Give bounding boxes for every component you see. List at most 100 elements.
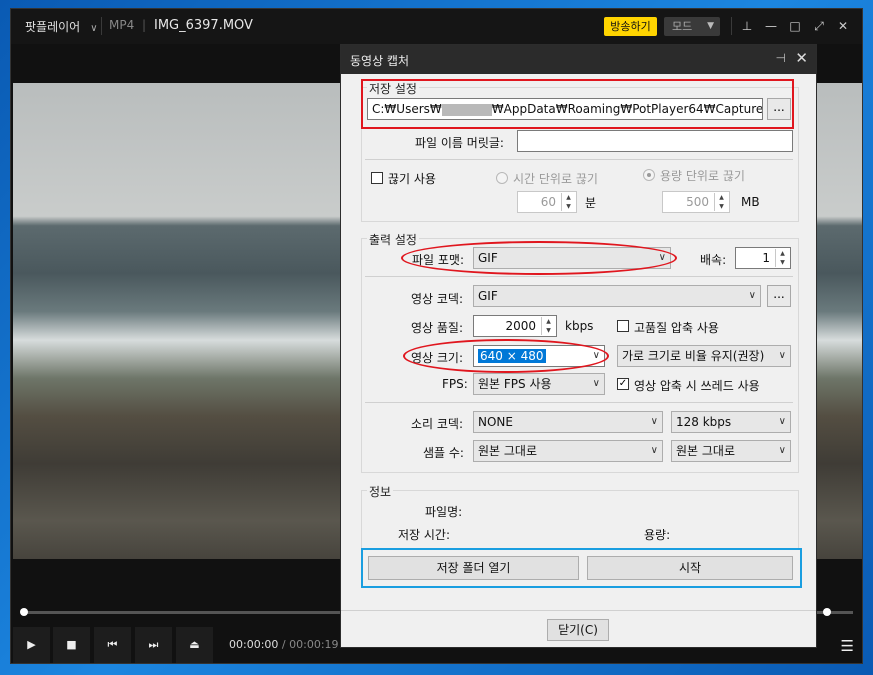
time-unit: 분 [585, 196, 597, 210]
video-quality-label: 영상 품질: [411, 321, 464, 335]
quality-unit: kbps [565, 319, 594, 333]
spinner-arrows-icon[interactable]: ▲ ▼ [561, 193, 575, 211]
eject-icon[interactable]: ⏏ [176, 627, 214, 663]
size-unit: MB [741, 195, 760, 209]
sample-value: 원본 그대로 [478, 444, 538, 458]
dialog-title: 동영상 캡처 [350, 54, 410, 68]
media-filename: IMG_6397.MOV [154, 18, 253, 33]
aspect-ratio-value: 가로 크기로 비율 유지(권장) [622, 349, 765, 363]
video-quality-spinner[interactable]: 2000 ▲ ▼ [473, 315, 557, 337]
time-split-label: 시간 단위로 끊기 [513, 172, 598, 186]
volume-knob[interactable] [823, 608, 831, 616]
maximize-icon[interactable]: □ [787, 17, 803, 35]
minimize-icon[interactable]: — [763, 17, 779, 35]
player-title-bar: 팟플레이어 ∨ MP4 | IMG_6397.MOV 방송하기 모드 ▼ ⊥ — □… [11, 9, 862, 44]
mode-dropdown[interactable]: 모드 ▼ [664, 17, 720, 36]
play-icon[interactable]: ▶ [13, 627, 51, 663]
chevron-down-icon: ∨ [90, 23, 98, 34]
speed-value: 1 [762, 251, 770, 265]
chevron-down-icon: ∨ [748, 290, 756, 301]
video-size-highlight [403, 339, 609, 373]
split-label: 끊기 사용 [388, 172, 436, 186]
thread-label: 영상 압축 시 쓰레드 사용 [634, 379, 760, 393]
size-split-spinner[interactable]: 500 ▲ ▼ [662, 191, 730, 213]
fps-value: 원본 FPS 사용 [478, 377, 552, 391]
time-split-spinner[interactable]: 60 ▲ ▼ [517, 191, 577, 213]
info-time-label: 저장 시간: [398, 528, 451, 542]
buttons-highlight [361, 548, 802, 588]
info-size-label: 용량: [644, 528, 671, 542]
video-codec-value: GIF [478, 289, 498, 303]
time-separator: / [281, 638, 286, 651]
time-current: 00:00:00 [229, 638, 279, 651]
sample-select[interactable]: 원본 그대로 ∨ [473, 440, 663, 462]
info-label: 정보 [367, 483, 394, 500]
output-settings-label: 출력 설정 [367, 231, 419, 248]
video-codec-label: 영상 코덱: [411, 292, 464, 306]
aspect-ratio-select[interactable]: 가로 크기로 비율 유지(권장) ∨ [617, 345, 791, 367]
dialog-title-bar: 동영상 캡처 ⊣ ✕ [341, 45, 816, 74]
divider [365, 276, 793, 277]
media-format: MP4 [109, 18, 135, 32]
audio-codec-value: NONE [478, 415, 513, 429]
format-separator: | [142, 18, 147, 32]
speed-label: 배속: [700, 253, 727, 267]
video-codec-select[interactable]: GIF ∨ [473, 285, 761, 307]
pin-icon[interactable]: ⊥ [739, 17, 755, 35]
mode-label: 모드 [672, 20, 693, 33]
close-button[interactable]: 닫기(C) [547, 619, 609, 641]
title-divider [101, 17, 102, 35]
chevron-down-icon: ∨ [650, 445, 658, 456]
fps-label: FPS: [442, 377, 468, 391]
prefix-field[interactable] [517, 130, 793, 152]
audio-codec-select[interactable]: NONE ∨ [473, 411, 663, 433]
chevron-down-icon: ∨ [778, 445, 786, 456]
spinner-arrows-icon[interactable]: ▲ ▼ [775, 249, 789, 267]
divider [365, 159, 793, 160]
audio-codec-label: 소리 코덱: [411, 417, 464, 431]
size-split-label: 용량 단위로 끊기 [660, 169, 745, 183]
chevron-down-icon: ∨ [778, 350, 786, 361]
spinner-arrows-icon[interactable]: ▲ ▼ [541, 317, 555, 335]
menu-icon[interactable]: ☰ [841, 637, 854, 655]
divider [365, 402, 793, 403]
chevron-down-icon: ∨ [778, 416, 786, 427]
stop-icon[interactable]: ■ [53, 627, 91, 663]
time-split-radio[interactable] [496, 172, 508, 184]
hq-compression-checkbox[interactable] [617, 320, 629, 332]
format-highlight [401, 241, 677, 275]
previous-icon[interactable]: ⏮ [94, 627, 132, 663]
dropdown-arrow-icon: ▼ [707, 21, 714, 31]
next-icon[interactable]: ⏭ [135, 627, 173, 663]
audio-bitrate-select[interactable]: 128 kbps ∨ [671, 411, 791, 433]
close-icon[interactable]: ✕ [795, 49, 808, 67]
time-split-value: 60 [540, 195, 556, 209]
audio-bitrate-value: 128 kbps [676, 415, 732, 429]
sample-label: 샘플 수: [423, 446, 464, 460]
codec-settings-button[interactable]: ... [767, 285, 791, 307]
spinner-arrows-icon[interactable]: ▲ ▼ [714, 193, 728, 211]
split-checkbox[interactable] [371, 172, 383, 184]
info-filename-label: 파일명: [425, 505, 463, 519]
broadcast-button[interactable]: 방송하기 [604, 17, 657, 36]
divider [341, 610, 816, 611]
channel-select[interactable]: 원본 그대로 ∨ [671, 440, 791, 462]
chevron-down-icon: ∨ [592, 378, 600, 389]
channel-value: 원본 그대로 [676, 444, 736, 458]
app-name: 팟플레이어 [25, 20, 81, 34]
prefix-label: 파일 이름 머릿글: [415, 136, 504, 150]
time-total: 00:00:19 [289, 638, 339, 651]
thread-checkbox[interactable]: ✓ [617, 378, 629, 390]
app-menu[interactable]: 팟플레이어 ∨ [25, 18, 98, 35]
hq-compression-label: 고품질 압축 사용 [634, 321, 719, 335]
title-divider [731, 17, 732, 35]
pin-icon[interactable]: ⊣ [776, 51, 786, 65]
fullscreen-icon[interactable]: ⤢ [811, 17, 827, 35]
time-display: 00:00:00 / 00:00:19 [229, 638, 339, 651]
close-icon[interactable]: ✕ [835, 17, 851, 35]
video-capture-dialog: 동영상 캡처 ⊣ ✕ 저장 설정 C:₩Users₩ ₩AppData₩Roami… [340, 44, 817, 648]
size-split-radio[interactable] [643, 169, 655, 181]
speed-spinner[interactable]: 1 ▲ ▼ [735, 247, 791, 269]
seek-knob[interactable] [20, 608, 28, 616]
fps-select[interactable]: 원본 FPS 사용 ∨ [473, 373, 605, 395]
